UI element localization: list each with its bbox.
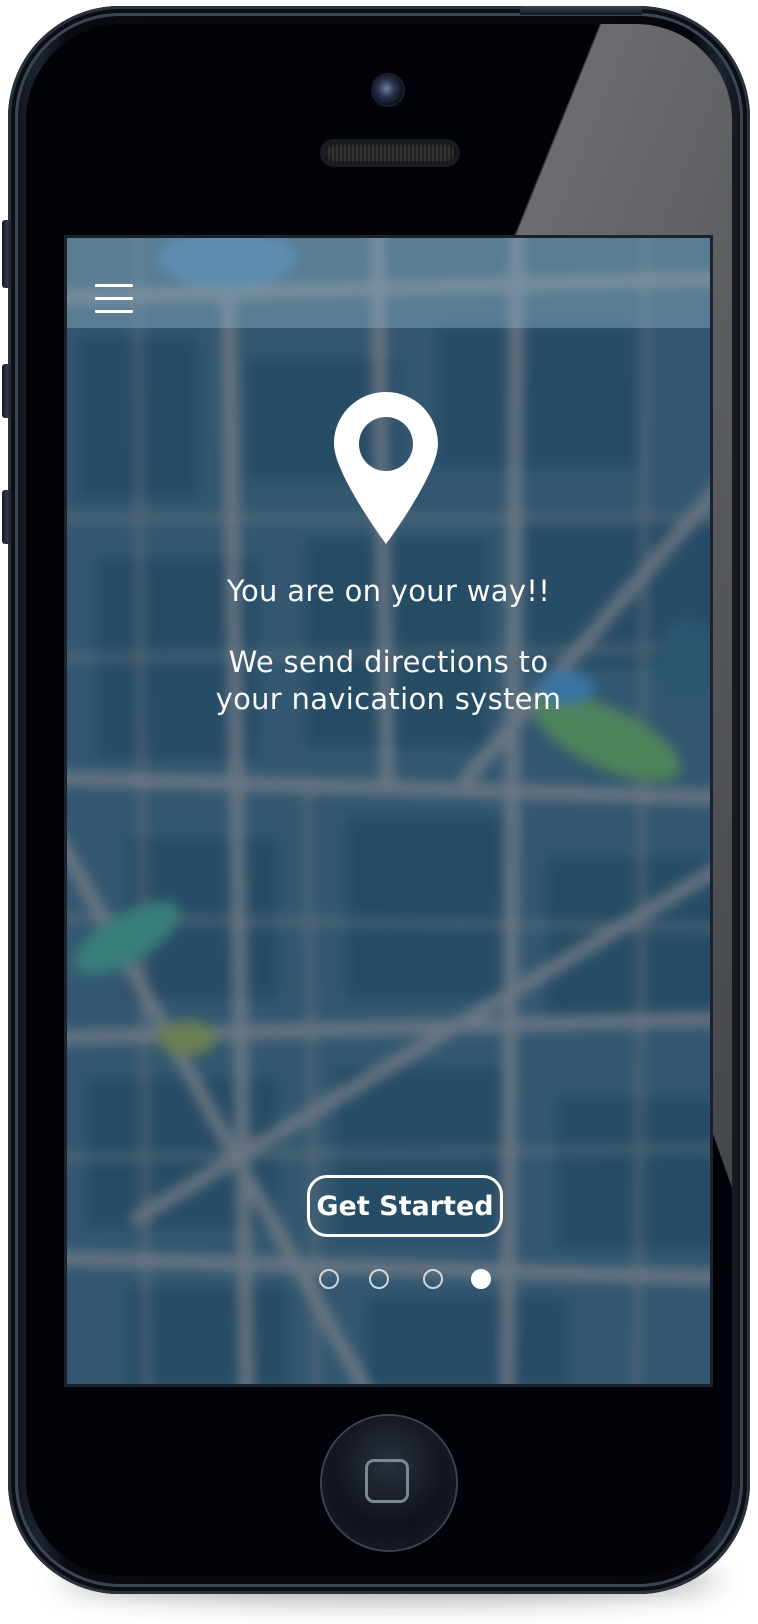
page-dot-1[interactable] xyxy=(319,1269,339,1289)
page-dot-2[interactable] xyxy=(369,1269,389,1289)
power-button xyxy=(520,6,642,15)
stage: You are on your way!! We send directions… xyxy=(0,0,758,1624)
onboarding-subtitle: We send directions to your navication sy… xyxy=(67,644,710,718)
volume-down-button xyxy=(2,490,12,544)
app-screen: You are on your way!! We send directions… xyxy=(64,235,713,1387)
get-started-button[interactable]: Get Started xyxy=(307,1175,503,1237)
onboarding-title: You are on your way!! xyxy=(226,574,551,608)
earpiece-speaker xyxy=(324,143,456,163)
subtitle-line-2: your navication system xyxy=(215,682,562,716)
location-pin-icon xyxy=(334,392,438,544)
home-button[interactable] xyxy=(322,1416,456,1550)
phone-frame: You are on your way!! We send directions… xyxy=(2,6,750,1594)
home-square-icon xyxy=(365,1459,409,1503)
page-dot-3[interactable] xyxy=(423,1269,443,1289)
page-dot-4[interactable] xyxy=(471,1269,491,1289)
mute-switch xyxy=(2,220,12,288)
front-camera-icon xyxy=(373,75,403,105)
pagination-dots xyxy=(67,1269,710,1293)
hamburger-menu-icon[interactable] xyxy=(95,284,133,315)
top-bar xyxy=(67,238,710,328)
subtitle-line-1: We send directions to xyxy=(228,645,549,679)
volume-up-button xyxy=(2,364,12,418)
